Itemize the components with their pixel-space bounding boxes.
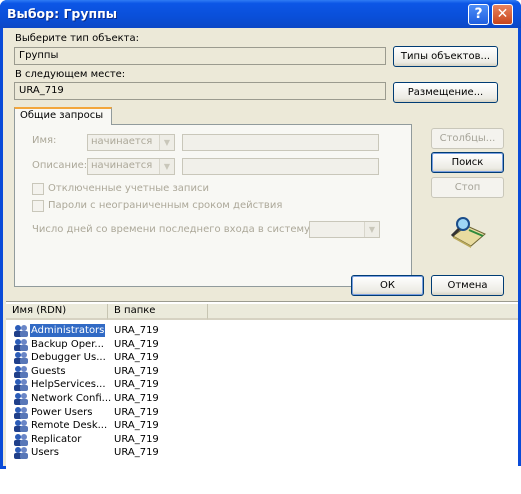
group-name: Users: [31, 447, 60, 459]
group-name: Replicator: [31, 433, 82, 445]
group-name: Backup Oper...: [31, 338, 104, 350]
title-bar[interactable]: Выбор: Группы ? ✕: [0, 0, 521, 28]
group-icon: [14, 433, 28, 446]
chevron-down-icon: ▼: [159, 159, 174, 174]
group-folder: URA_719: [114, 352, 159, 364]
table-row[interactable]: Backup Oper... URA_719: [10, 338, 210, 351]
group-folder: URA_719: [114, 433, 159, 445]
cancel-button[interactable]: Отмена: [431, 275, 504, 296]
columns-button[interactable]: Столбцы...: [431, 128, 504, 149]
stop-button[interactable]: Стоп: [431, 177, 504, 198]
name-operator-value: начинается: [91, 136, 153, 147]
table-row[interactable]: HelpServices... URA_719: [10, 378, 210, 392]
group-icon: [14, 352, 28, 365]
column-header-filler: [208, 304, 518, 320]
find-now-button[interactable]: Поиск: [431, 152, 504, 173]
group-name: HelpServices...: [31, 379, 106, 391]
object-type-field: Группы: [14, 47, 386, 65]
group-icon: [14, 379, 28, 392]
days-since-login-select[interactable]: ▼: [309, 221, 380, 238]
object-types-button[interactable]: Типы объектов...: [393, 46, 498, 67]
days-since-login-label: Число дней со времени последнего входа в…: [32, 224, 314, 235]
name-label: Имя:: [32, 135, 57, 146]
window-title: Выбор: Группы: [7, 6, 118, 21]
description-label: Описание:: [32, 160, 88, 171]
description-operator-select[interactable]: начинается ▼: [87, 158, 175, 175]
name-operator-select[interactable]: начинается ▼: [87, 134, 175, 151]
table-row[interactable]: Replicator URA_719: [10, 433, 210, 446]
description-operator-value: начинается: [91, 160, 153, 171]
help-button[interactable]: ?: [468, 4, 489, 25]
location-field: URA_719: [14, 82, 386, 100]
group-icon: [14, 393, 28, 405]
table-row[interactable]: Guests URA_719: [10, 365, 210, 378]
object-type-label: Выберите тип объекта:: [15, 33, 139, 44]
group-folder: URA_719: [114, 447, 159, 459]
group-folder: URA_719: [114, 420, 159, 432]
column-header-folder[interactable]: В папке: [108, 304, 208, 320]
group-icon: [14, 420, 28, 433]
group-folder: URA_719: [114, 406, 159, 418]
no-expire-password-label: Пароли с неограниченным сроком действия: [48, 200, 283, 211]
group-folder: URA_719: [114, 365, 159, 377]
group-folder: URA_719: [114, 325, 159, 336]
ok-button[interactable]: ОК: [351, 275, 424, 296]
disabled-accounts-checkbox[interactable]: [32, 183, 44, 195]
table-row[interactable]: Debugger Us... URA_719: [10, 351, 210, 365]
name-input[interactable]: [182, 134, 379, 151]
close-button[interactable]: ✕: [492, 4, 513, 25]
search-directory-icon: [450, 217, 486, 248]
group-icon: [14, 406, 28, 419]
group-name: Network Confi...: [31, 393, 112, 404]
group-name: Remote Desk...: [31, 420, 108, 432]
description-input[interactable]: [182, 158, 379, 175]
table-row[interactable]: Remote Desk... URA_719: [10, 419, 210, 433]
dialog-window: Выбор: Группы ? ✕ Выберите тип объекта: …: [0, 0, 521, 494]
location-label: В следующем месте:: [15, 69, 126, 80]
chevron-down-icon: ▼: [364, 222, 379, 237]
table-row[interactable]: Users URA_719: [10, 446, 210, 460]
disabled-accounts-label: Отключенные учетные записи: [48, 183, 209, 194]
group-icon: [14, 325, 28, 337]
chevron-down-icon: ▼: [159, 135, 174, 150]
status-bar: [6, 466, 521, 494]
no-expire-password-checkbox[interactable]: [32, 200, 44, 212]
table-row[interactable]: Power Users URA_719: [10, 406, 210, 419]
group-name: Debugger Us...: [31, 352, 106, 364]
tab-common-queries[interactable]: Общие запросы: [14, 107, 112, 125]
table-row[interactable]: Administrators URA_719: [10, 324, 210, 337]
help-icon: ?: [474, 6, 483, 22]
locations-button[interactable]: Размещение...: [393, 82, 498, 103]
group-icon: [14, 338, 28, 351]
group-icon: [14, 447, 28, 460]
group-name: Administrators: [30, 324, 106, 337]
group-icon: [14, 365, 28, 378]
group-folder: URA_719: [114, 338, 159, 350]
table-row[interactable]: Network Confi... URA_719: [10, 392, 210, 405]
group-folder: URA_719: [114, 379, 159, 391]
search-results-list[interactable]: Имя (RDN) В папке Administrators URA_719 B…: [6, 301, 518, 466]
column-header-name[interactable]: Имя (RDN): [6, 304, 108, 320]
close-icon: ✕: [496, 6, 509, 22]
dialog-client-area: Выберите тип объекта: Группы Типы объект…: [3, 28, 521, 494]
group-name: Power Users: [31, 406, 93, 418]
group-folder: URA_719: [114, 393, 159, 404]
group-name: Guests: [31, 365, 66, 377]
